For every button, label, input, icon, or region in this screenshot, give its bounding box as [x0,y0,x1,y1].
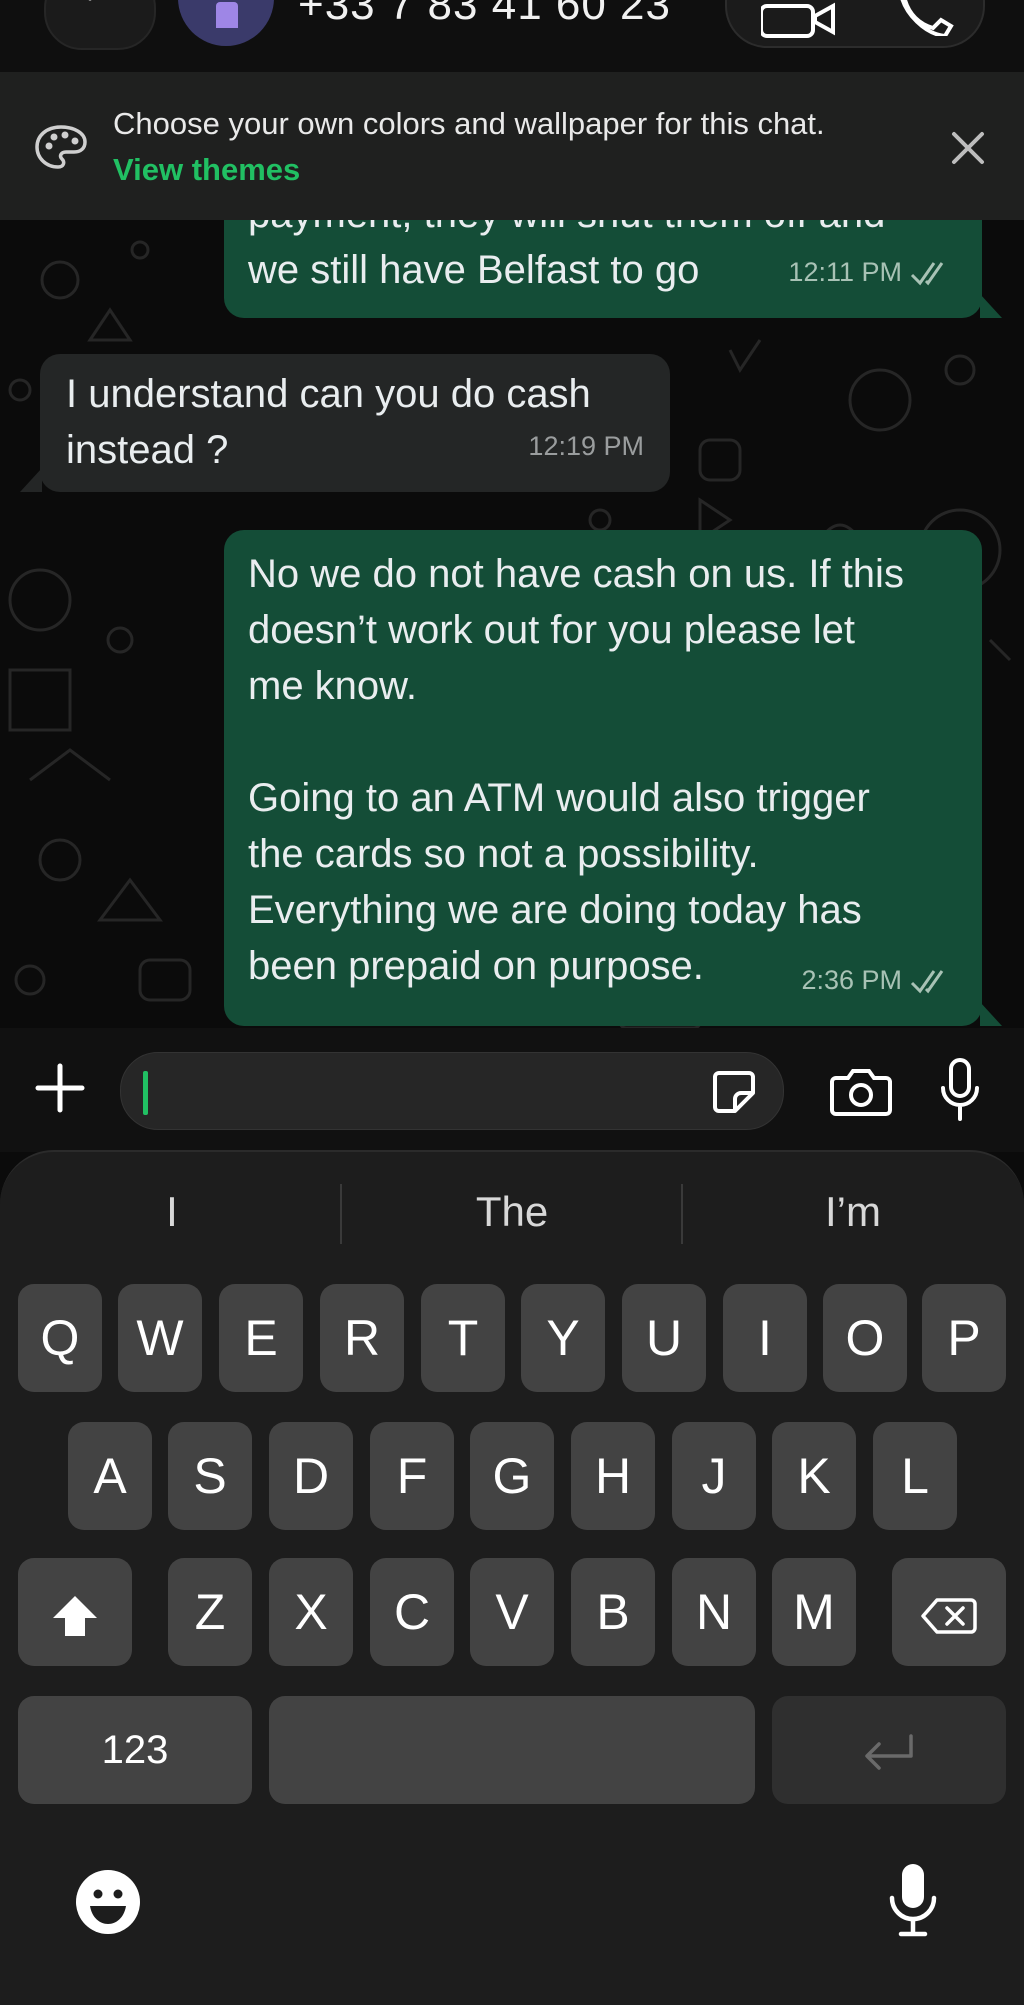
key-n[interactable]: N [672,1558,756,1666]
message-outgoing[interactable]: payment, they will shut them off and we … [224,220,982,318]
voice-call-icon[interactable] [895,0,955,36]
key-k[interactable]: K [772,1422,856,1530]
shift-key[interactable] [18,1558,132,1666]
key-g[interactable]: G [470,1422,554,1530]
text-caret [143,1071,148,1115]
return-icon [865,1734,913,1770]
key-z[interactable]: Z [168,1558,252,1666]
key-d[interactable]: D [269,1422,353,1530]
key-u[interactable]: U [622,1284,706,1392]
key-w[interactable]: W [118,1284,202,1392]
numbers-key[interactable]: 123 [18,1696,252,1804]
message-text: No we do not have cash on us. If this do… [248,552,904,988]
backspace-key[interactable] [892,1558,1006,1666]
key-r[interactable]: R [320,1284,404,1392]
key-j[interactable]: J [672,1422,756,1530]
composer-bar [0,1028,1024,1152]
key-e[interactable]: E [219,1284,303,1392]
chevron-left-icon [88,0,92,1]
key-t[interactable]: T [421,1284,505,1392]
double-check-icon [910,970,944,994]
message-text: payment, they will shut them off and we … [248,220,885,292]
message-text: I understand can you do cash instead ? [66,372,591,472]
banner-text: Choose your own colors and wallpaper for… [113,106,825,141]
back-button[interactable] [44,0,156,50]
shift-icon [53,1595,97,1636]
key-s[interactable]: S [168,1422,252,1530]
bubble-tail [20,468,42,492]
keyboard: I The I’m Q W E R T Y U I O P A S D F G … [0,1150,1024,2005]
key-c[interactable]: C [370,1558,454,1666]
key-l[interactable]: L [873,1422,957,1530]
camera-icon[interactable] [830,1068,892,1116]
message-outgoing[interactable]: No we do not have cash on us. If this do… [224,530,982,1026]
bubble-tail [980,1002,1002,1026]
emoji-icon[interactable] [74,1868,142,1936]
message-incoming[interactable]: I understand can you do cash instead ? 1… [40,354,670,492]
key-y[interactable]: Y [521,1284,605,1392]
key-a[interactable]: A [68,1422,152,1530]
contact-avatar[interactable] [178,0,274,46]
suggestion-2[interactable]: The [342,1188,682,1236]
chat-header: +33 7 83 41 60 23 [0,0,1024,72]
message-time: 12:11 PM [788,257,902,287]
video-call-icon[interactable] [761,2,841,38]
key-v[interactable]: V [470,1558,554,1666]
palette-icon [35,125,87,169]
view-themes-link[interactable]: View themes [113,152,300,188]
return-key[interactable] [772,1696,1006,1804]
message-time: 12:19 PM [528,431,644,461]
dictation-mic-icon[interactable] [888,1862,938,1938]
message-meta: 2:36 PM [801,952,950,1008]
contact-title[interactable]: +33 7 83 41 60 23 [298,0,671,30]
message-time: 2:36 PM [801,965,902,995]
theme-banner: Choose your own colors and wallpaper for… [0,72,1024,220]
key-x[interactable]: X [269,1558,353,1666]
key-f[interactable]: F [370,1422,454,1530]
suggestion-1[interactable]: I [2,1188,342,1236]
chat-messages[interactable]: payment, they will shut them off and we … [0,220,1024,1028]
space-key[interactable] [269,1696,755,1804]
key-i[interactable]: I [723,1284,807,1392]
suggestion-3[interactable]: I’m [683,1188,1023,1236]
sticker-icon[interactable] [711,1069,757,1115]
key-o[interactable]: O [823,1284,907,1392]
mic-icon[interactable] [940,1058,980,1122]
call-buttons [725,0,985,48]
message-meta: 12:11 PM [788,244,950,300]
key-q[interactable]: Q [18,1284,102,1392]
message-input[interactable] [120,1052,784,1130]
key-b[interactable]: B [571,1558,655,1666]
plus-icon[interactable] [34,1062,86,1114]
key-h[interactable]: H [571,1422,655,1530]
key-m[interactable]: M [772,1558,856,1666]
backspace-icon [921,1598,977,1634]
bubble-tail [980,294,1002,318]
close-icon[interactable] [948,128,988,168]
double-check-icon [910,262,944,286]
key-p[interactable]: P [922,1284,1006,1392]
